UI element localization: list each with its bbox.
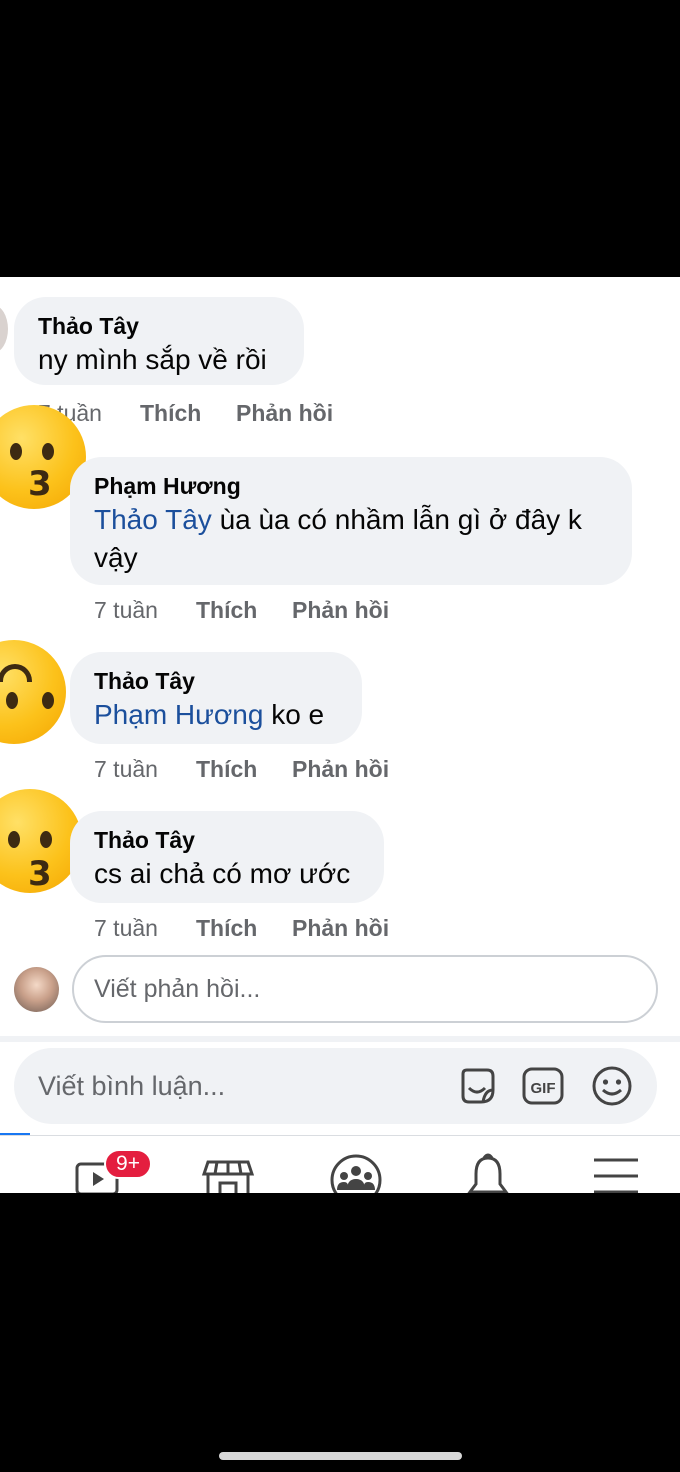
reply-button[interactable]: Phản hồi xyxy=(292,913,389,943)
comment-text: ko e xyxy=(271,699,325,730)
like-button[interactable]: Thích xyxy=(140,398,236,428)
comment-input[interactable]: Viết bình luận... xyxy=(38,1048,225,1124)
reply-input[interactable]: Viết phản hồi... xyxy=(72,955,658,1023)
comment-thread-screen: Thảo Tây ny mình sắp về rồi 7 tuần Thích… xyxy=(0,277,680,1193)
emoji-icon[interactable] xyxy=(590,1064,634,1108)
divider xyxy=(0,1036,680,1042)
kiss-mouth: 3 xyxy=(28,854,52,894)
eye xyxy=(40,831,52,848)
reply-button[interactable]: Phản hồi xyxy=(292,754,389,784)
gif-label: GIF xyxy=(531,1080,556,1097)
mention-link[interactable]: Phạm Hương xyxy=(94,699,263,730)
comment-meta: 7 tuần Thích Phản hồi xyxy=(94,913,389,943)
like-button[interactable]: Thích xyxy=(196,913,292,943)
comment-bubble[interactable]: Phạm Hương Thảo Tây ùa ùa có nhầm lẫn gì… xyxy=(70,457,632,585)
eye xyxy=(10,443,22,460)
bottom-navigation: 9+ xyxy=(0,1135,680,1193)
comment-meta: 7 tuần Thích Phản hồi xyxy=(94,595,389,625)
comment-bubble[interactable]: Thảo Tây ny mình sắp về rồi xyxy=(14,297,304,385)
reply-button[interactable]: Phản hồi xyxy=(236,398,333,428)
groups-icon[interactable] xyxy=(328,1152,384,1193)
comment-meta: 7 tuần Thích Phản hồi xyxy=(94,754,389,784)
comment-time: 7 tuần xyxy=(94,915,158,941)
home-indicator[interactable] xyxy=(219,1452,462,1460)
comment-author[interactable]: Thảo Tây xyxy=(94,666,338,696)
comment-bubble[interactable]: Thảo Tây Phạm Hương ko e xyxy=(70,652,362,744)
like-button[interactable]: Thích xyxy=(196,754,292,784)
video-notification-badge: 9+ xyxy=(104,1149,152,1179)
eye xyxy=(8,831,20,848)
eye xyxy=(42,443,54,460)
eye xyxy=(42,692,54,709)
eye xyxy=(6,692,18,709)
reply-button[interactable]: Phản hồi xyxy=(292,595,389,625)
menu-icon[interactable] xyxy=(588,1152,644,1193)
like-button[interactable]: Thích xyxy=(196,595,292,625)
comment-time: 7 tuần xyxy=(94,756,158,782)
upside-down-smile xyxy=(0,664,32,682)
current-user-avatar[interactable] xyxy=(14,967,59,1012)
mention-link[interactable]: Thảo Tây xyxy=(94,504,212,535)
comment-author[interactable]: Thảo Tây xyxy=(38,311,280,341)
kiss-mouth: 3 xyxy=(28,464,52,504)
comment-text: ny mình sắp về rồi xyxy=(38,344,267,375)
comment-body: Phạm Hương ko e xyxy=(94,696,338,734)
upside-down-face-emoji-avatar[interactable] xyxy=(0,640,66,744)
comment-text: cs ai chả có mơ ước xyxy=(94,858,351,889)
marketplace-icon[interactable] xyxy=(200,1152,256,1193)
comment-time: 7 tuần xyxy=(94,597,158,623)
notifications-icon[interactable] xyxy=(460,1152,516,1193)
gif-icon[interactable]: GIF xyxy=(521,1064,565,1108)
comment-body: Thảo Tây ùa ùa có nhầm lẫn gì ở đây k vậ… xyxy=(94,501,608,577)
comment-composer[interactable]: Viết bình luận... GIF xyxy=(14,1048,657,1124)
comment-author[interactable]: Phạm Hương xyxy=(94,471,608,501)
comment-bubble[interactable]: Thảo Tây cs ai chả có mơ ước xyxy=(70,811,384,903)
comment-meta: 7 tuần Thích Phản hồi xyxy=(38,398,333,428)
sticker-icon[interactable] xyxy=(455,1064,499,1108)
comment-author[interactable]: Thảo Tây xyxy=(94,825,360,855)
reply-composer: Viết phản hồi... xyxy=(0,953,680,1029)
avatar[interactable] xyxy=(0,305,8,353)
